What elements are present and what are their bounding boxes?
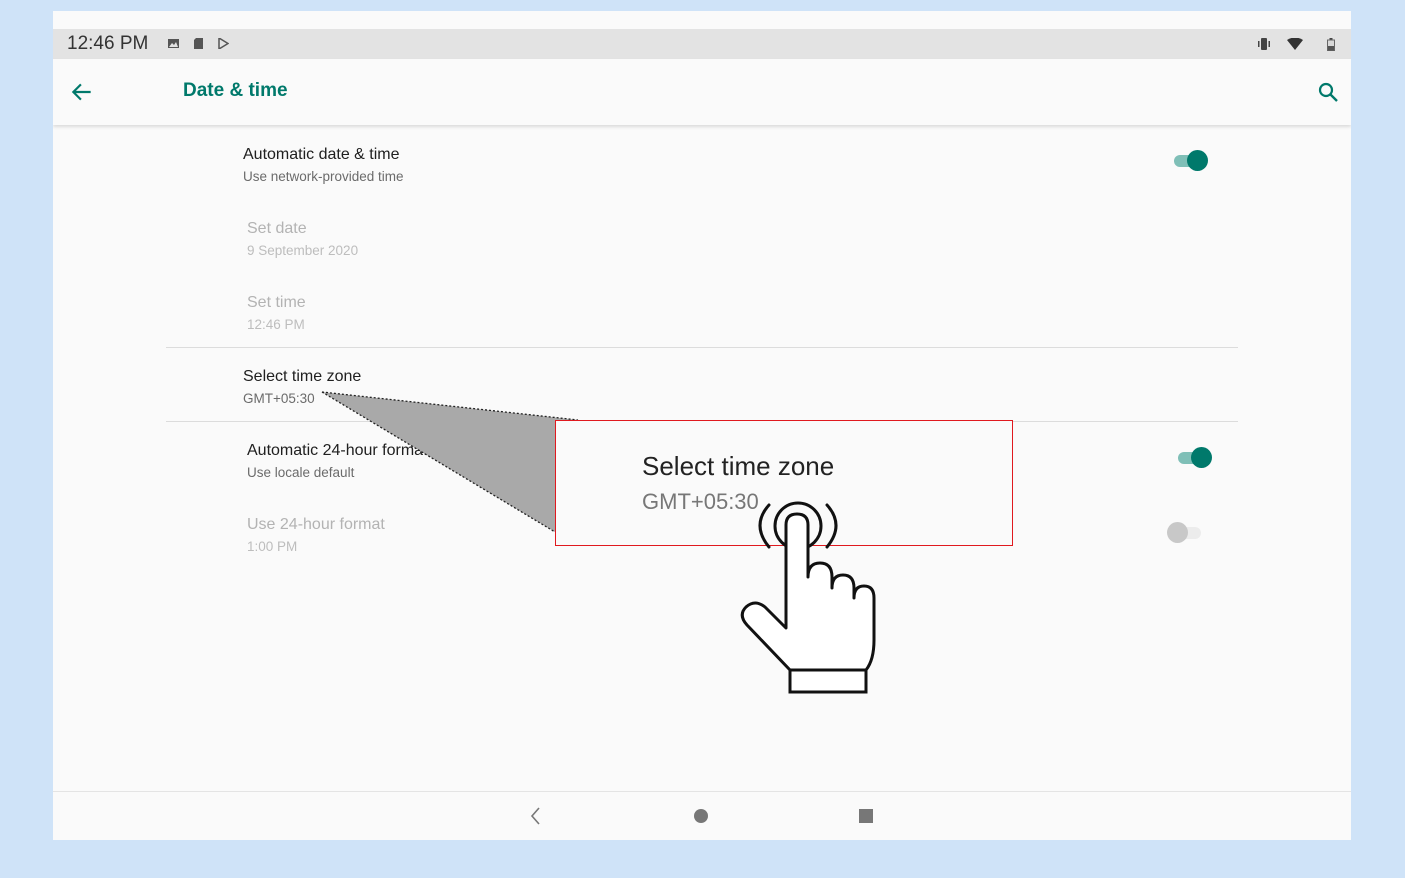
- tap-gesture-hand-icon: [740, 501, 876, 694]
